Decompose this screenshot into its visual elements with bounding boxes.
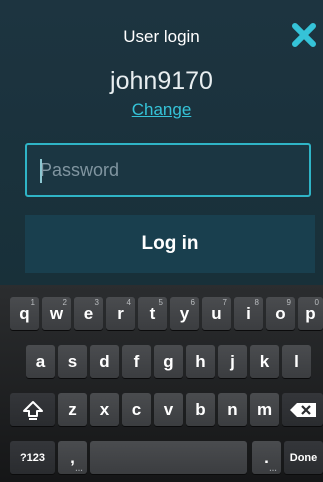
done-key[interactable]: Done xyxy=(284,441,323,474)
key-label: t xyxy=(149,303,156,323)
key-c[interactable]: c xyxy=(122,393,151,426)
page-title: User login xyxy=(123,27,200,46)
text-caret xyxy=(40,159,42,183)
username-label: john9170 xyxy=(110,67,213,95)
key-r[interactable]: r4 xyxy=(106,297,135,330)
login-button[interactable]: Log in xyxy=(25,215,315,273)
key-p[interactable]: p0 xyxy=(298,297,323,330)
password-field-container[interactable] xyxy=(25,143,311,197)
key-hint: 3 xyxy=(94,298,99,307)
symbols-key[interactable]: ?123 xyxy=(10,441,55,474)
key-more-indicator: … xyxy=(269,464,277,473)
key-label: y xyxy=(179,303,190,323)
space-key[interactable] xyxy=(90,441,247,474)
key-label: r xyxy=(117,303,124,323)
key-j[interactable]: j xyxy=(218,345,247,378)
shift-icon xyxy=(22,400,43,420)
key-hint: 4 xyxy=(126,298,131,307)
key-label: u xyxy=(211,303,222,323)
key-label: q xyxy=(19,303,30,323)
key-d[interactable]: d xyxy=(90,345,119,378)
key-label: e xyxy=(83,303,94,323)
shift-key[interactable] xyxy=(10,393,55,426)
key-label: w xyxy=(49,303,64,323)
key-label: i xyxy=(246,303,251,323)
key-g[interactable]: g xyxy=(154,345,183,378)
key-hint: 6 xyxy=(190,298,195,307)
key-t[interactable]: t5 xyxy=(138,297,167,330)
backspace-icon xyxy=(289,402,316,417)
key-m[interactable]: m xyxy=(250,393,279,426)
key-h[interactable]: h xyxy=(186,345,215,378)
soft-keyboard: q1 w2 e3 r4 t5 y6 u7 i8 o9 p0 a s d f g … xyxy=(0,285,323,482)
key-hint: 0 xyxy=(314,298,319,307)
key-e[interactable]: e3 xyxy=(74,297,103,330)
key-q[interactable]: q1 xyxy=(10,297,39,330)
key-a[interactable]: a xyxy=(26,345,55,378)
key-hint: 8 xyxy=(254,298,259,307)
key-hint: 7 xyxy=(222,298,227,307)
key-b[interactable]: b xyxy=(186,393,215,426)
change-user-link[interactable]: Change xyxy=(0,100,323,120)
key-hint: 2 xyxy=(62,298,67,307)
key-x[interactable]: x xyxy=(90,393,119,426)
login-panel: User login john9170 Change Log in xyxy=(0,0,323,285)
key-n[interactable]: n xyxy=(218,393,247,426)
key-label: o xyxy=(275,303,286,323)
key-y[interactable]: y6 xyxy=(170,297,199,330)
backspace-key[interactable] xyxy=(282,393,323,426)
key-z[interactable]: z xyxy=(58,393,87,426)
close-icon xyxy=(292,23,316,47)
key-i[interactable]: i8 xyxy=(234,297,263,330)
period-key[interactable]: .… xyxy=(252,441,281,474)
close-button[interactable] xyxy=(291,22,317,48)
password-field[interactable] xyxy=(27,145,309,195)
key-w[interactable]: w2 xyxy=(42,297,71,330)
key-more-indicator: … xyxy=(75,464,83,473)
key-l[interactable]: l xyxy=(282,345,311,378)
key-hint: 1 xyxy=(30,298,35,307)
key-o[interactable]: o9 xyxy=(266,297,295,330)
comma-key[interactable]: ,… xyxy=(58,441,87,474)
key-s[interactable]: s xyxy=(58,345,87,378)
key-f[interactable]: f xyxy=(122,345,151,378)
key-u[interactable]: u7 xyxy=(202,297,231,330)
key-hint: 5 xyxy=(158,298,163,307)
key-hint: 9 xyxy=(286,298,291,307)
key-k[interactable]: k xyxy=(250,345,279,378)
key-v[interactable]: v xyxy=(154,393,183,426)
